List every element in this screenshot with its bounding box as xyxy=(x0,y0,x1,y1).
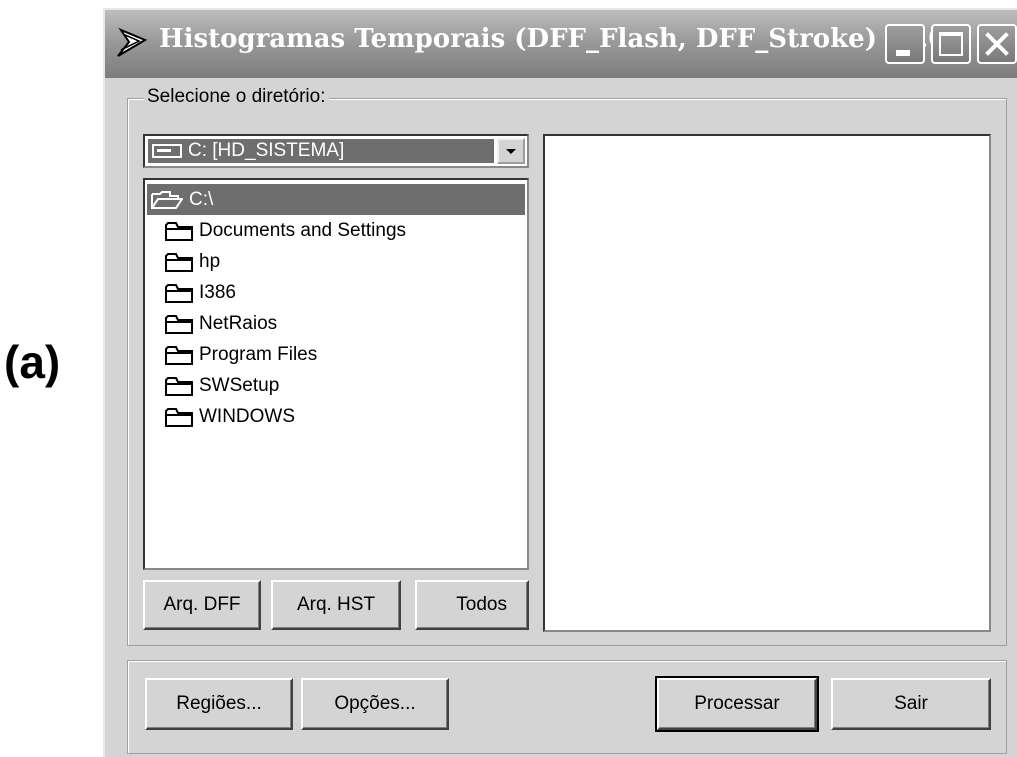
folder-icon xyxy=(165,252,193,272)
drive-icon xyxy=(152,143,182,158)
tree-item-label: Documents and Settings xyxy=(199,220,407,241)
tree-item-folder[interactable]: WINDOWS xyxy=(165,401,295,432)
tree-item-label: C:\ xyxy=(189,189,214,210)
close-icon xyxy=(985,32,1009,56)
drive-select-dropdown-button[interactable] xyxy=(497,138,525,164)
tree-item-label: SWSetup xyxy=(199,375,280,396)
tree-item-folder[interactable]: hp xyxy=(165,246,220,277)
all-files-button[interactable]: Todos xyxy=(415,580,529,630)
tree-item-label: hp xyxy=(199,251,221,272)
folder-icon xyxy=(165,376,193,396)
directory-tree[interactable]: C:\ Documents and Settings hp I386 NetRa… xyxy=(143,178,529,570)
file-list[interactable] xyxy=(543,134,991,632)
maximize-button[interactable] xyxy=(931,24,971,64)
open-folder-icon xyxy=(151,190,183,209)
drive-select-value: C: [HD_SISTEMA] xyxy=(188,140,345,161)
tree-item-root[interactable]: C:\ xyxy=(147,184,525,215)
folder-icon xyxy=(165,407,193,427)
tree-item-folder[interactable]: Documents and Settings xyxy=(165,215,406,246)
drive-select[interactable]: C: [HD_SISTEMA] xyxy=(143,134,529,168)
tree-item-folder[interactable]: NetRaios xyxy=(165,308,277,339)
close-button[interactable] xyxy=(977,24,1017,64)
tree-item-folder[interactable]: SWSetup xyxy=(165,370,279,401)
maximize-icon xyxy=(939,32,963,56)
tree-item-label: Program Files xyxy=(199,344,318,365)
process-button[interactable]: Processar xyxy=(655,676,819,732)
window-title: Histogramas Temporais (DFF_Flash, DFF_St… xyxy=(159,24,947,54)
tree-item-folder[interactable]: I386 xyxy=(165,277,236,308)
tree-item-label: I386 xyxy=(199,282,236,303)
app-icon xyxy=(117,27,148,57)
tree-item-label: NetRaios xyxy=(199,313,278,334)
folder-icon xyxy=(165,314,193,334)
dff-files-button[interactable]: Arq. DFF xyxy=(143,580,261,630)
folder-icon xyxy=(165,221,193,241)
minimize-icon xyxy=(896,50,910,56)
app-window: Histogramas Temporais (DFF_Flash, DFF_St… xyxy=(103,8,1017,757)
chevron-down-icon xyxy=(506,149,516,154)
hst-files-button[interactable]: Arq. HST xyxy=(271,580,401,630)
regions-button[interactable]: Regiões... xyxy=(145,678,293,730)
title-bar[interactable]: Histogramas Temporais (DFF_Flash, DFF_St… xyxy=(105,10,1017,78)
exit-button[interactable]: Sair xyxy=(831,678,991,730)
directory-group-label: Selecione o diretório: xyxy=(144,86,329,108)
minimize-button[interactable] xyxy=(885,24,925,64)
options-button[interactable]: Opções... xyxy=(301,678,449,730)
panel-label: (a) xyxy=(4,336,61,388)
folder-icon xyxy=(165,345,193,365)
tree-item-folder[interactable]: Program Files xyxy=(165,339,317,370)
folder-icon xyxy=(165,283,193,303)
tree-item-label: WINDOWS xyxy=(199,406,296,427)
